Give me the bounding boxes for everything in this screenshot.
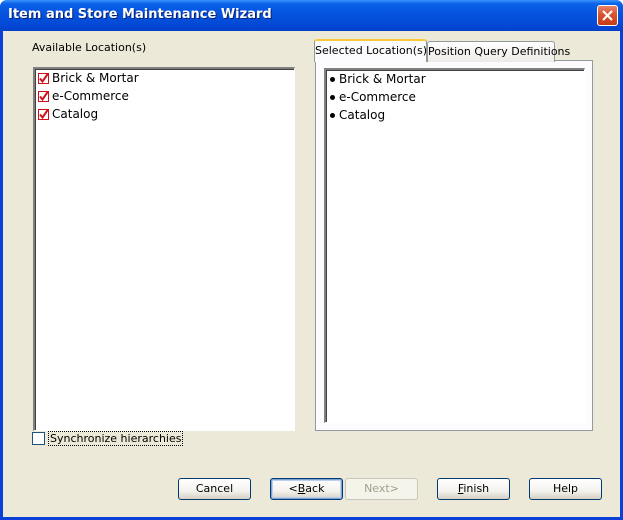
close-icon — [602, 10, 613, 21]
dialog-body: Available Location(s) Brick & Mortar e-C… — [3, 31, 620, 517]
list-item[interactable]: Brick & Mortar — [326, 70, 584, 88]
list-item[interactable]: Catalog — [326, 106, 584, 124]
list-item-label: Catalog — [339, 108, 386, 122]
checkmark-icon[interactable] — [38, 90, 49, 102]
next-button[interactable]: Next> — [345, 478, 418, 500]
synchronize-checkbox[interactable] — [32, 432, 45, 445]
help-button[interactable]: Help — [529, 478, 602, 500]
wizard-window: Item and Store Maintenance Wizard Availa… — [0, 0, 623, 520]
finish-button[interactable]: Finish — [437, 478, 510, 500]
bullet-icon — [330, 112, 335, 118]
synchronize-label: Synchronize hierarchies — [48, 431, 184, 446]
list-item-label: e-Commerce — [52, 89, 129, 103]
cancel-button[interactable]: Cancel — [178, 478, 251, 500]
list-item-label: Brick & Mortar — [52, 71, 139, 85]
checkmark-icon[interactable] — [38, 108, 49, 120]
list-item[interactable]: Catalog — [35, 105, 294, 123]
list-item[interactable]: e-Commerce — [35, 87, 294, 105]
list-item[interactable]: e-Commerce — [326, 88, 584, 106]
back-button[interactable]: <Back — [270, 478, 343, 500]
bullet-icon — [330, 94, 335, 100]
list-item-label: e-Commerce — [339, 90, 416, 104]
title-bar[interactable]: Item and Store Maintenance Wizard — [0, 0, 623, 31]
tab-selected-locations[interactable]: Selected Location(s) — [314, 39, 427, 62]
back-prefix: < — [288, 482, 298, 495]
list-item[interactable]: Brick & Mortar — [35, 69, 294, 87]
finish-label: inish — [463, 482, 490, 495]
list-item-label: Catalog — [52, 107, 99, 121]
synchronize-hierarchies-option[interactable]: Synchronize hierarchies — [32, 431, 184, 446]
close-button[interactable] — [597, 5, 618, 26]
window-title: Item and Store Maintenance Wizard — [8, 7, 272, 22]
checkmark-icon[interactable] — [38, 72, 49, 84]
bullet-icon — [330, 76, 335, 82]
selected-locations-list[interactable]: Brick & Mortar e-Commerce Catalog — [324, 68, 585, 423]
available-locations-list[interactable]: Brick & Mortar e-Commerce Catalog — [33, 67, 295, 431]
back-label: ack — [305, 482, 325, 495]
available-locations-label: Available Location(s) — [32, 41, 147, 54]
tab-position-query-definitions[interactable]: Position Query Definitions — [427, 41, 570, 62]
list-item-label: Brick & Mortar — [339, 72, 426, 86]
